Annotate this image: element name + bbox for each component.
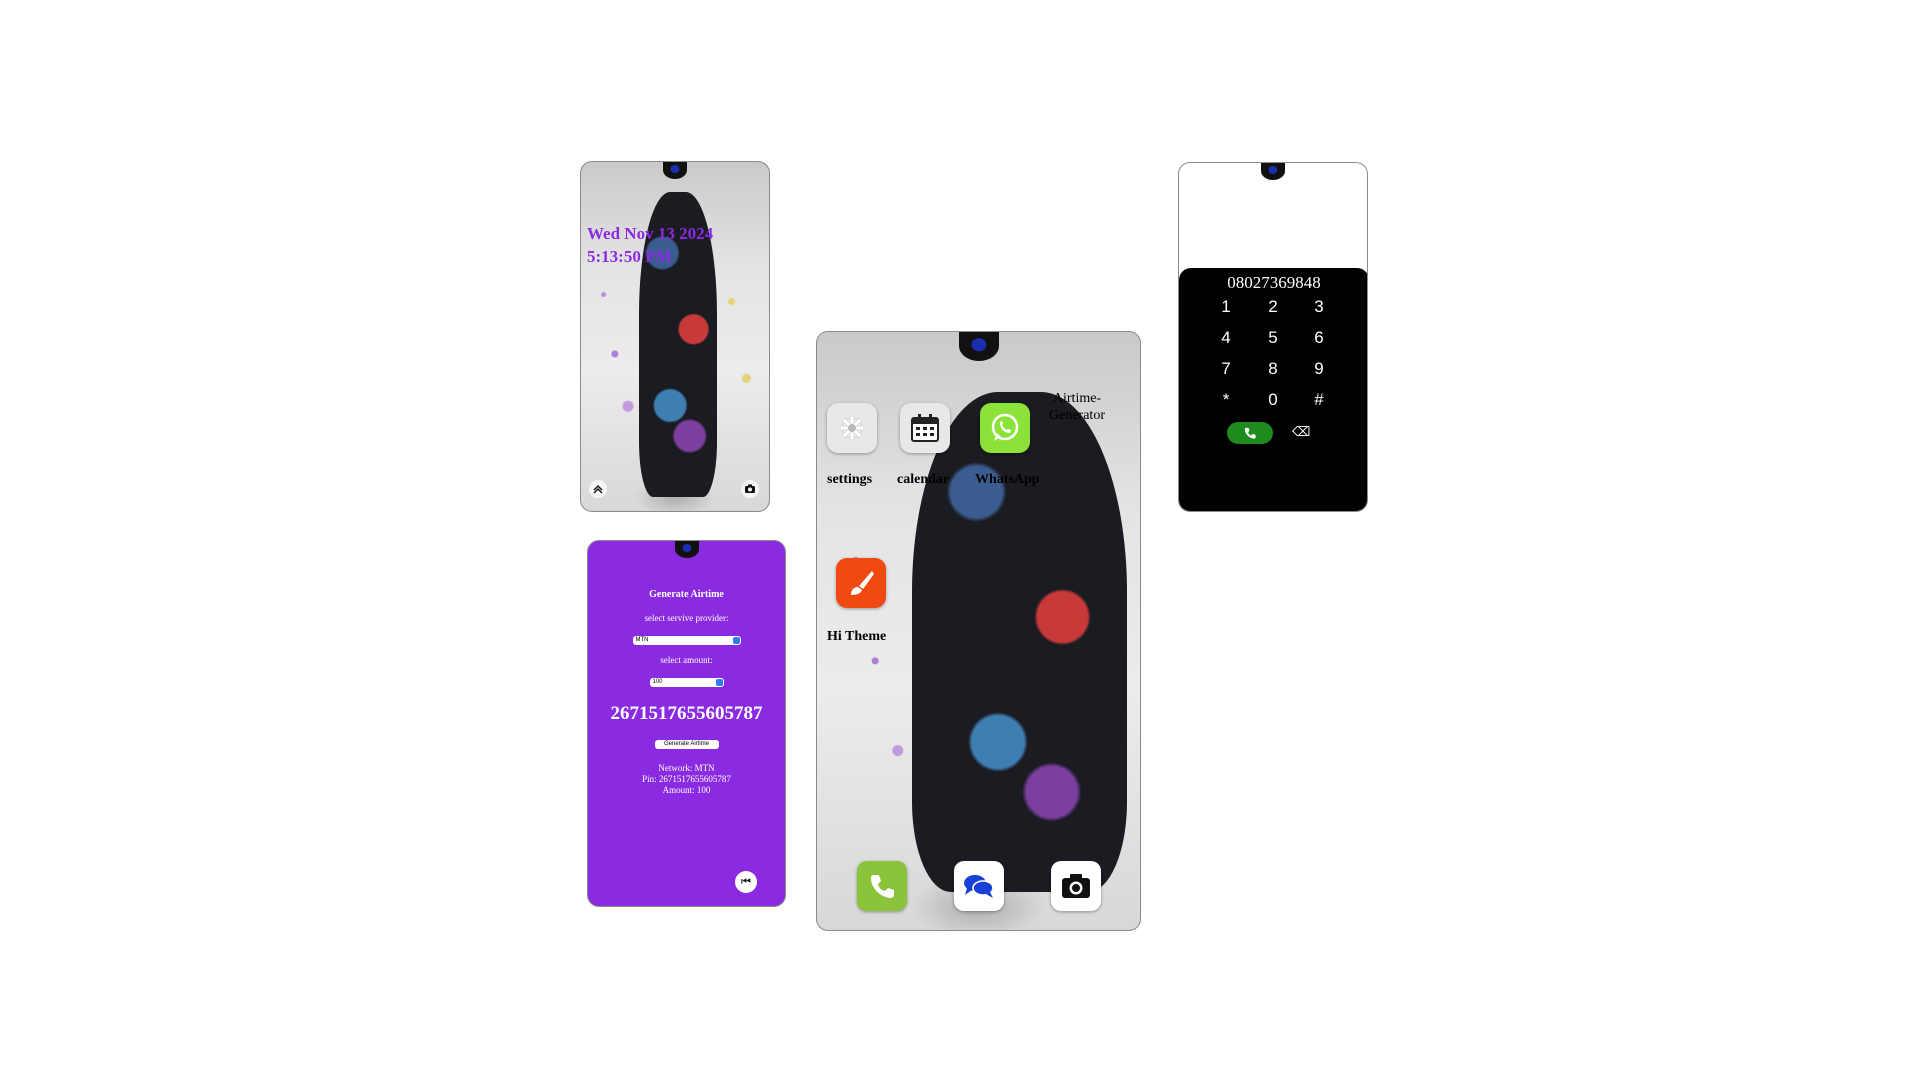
select-arrow-icon [715,679,723,686]
camera-icon [1062,874,1090,898]
camera-icon[interactable] [741,480,759,498]
settings-label: settings [827,472,873,487]
call-button[interactable] [1227,422,1273,444]
amount-label: select amount: [660,655,713,665]
hi-theme-app[interactable] [836,558,886,608]
chat-icon [964,875,994,898]
key-9[interactable]: 9 [1304,359,1334,379]
whatsapp-icon [991,413,1019,441]
camera-notch [674,541,699,558]
wallpaper-figure [912,392,1127,892]
calendar-app[interactable] [900,403,950,453]
provider-label: select servive provider: [644,613,729,623]
gear-icon [839,415,865,441]
generate-airtime-button[interactable]: Generate Airtime [654,740,719,749]
key-hash[interactable]: # [1304,390,1334,410]
key-0[interactable]: 0 [1258,390,1288,410]
paintbrush-icon [851,571,874,595]
key-4[interactable]: 4 [1211,328,1241,348]
key-5[interactable]: 5 [1258,328,1288,348]
dialed-number: 08027369848 [1227,273,1321,292]
airtime-title: Generate Airtime [649,589,724,600]
dock-camera-app[interactable] [1051,861,1101,911]
phone-icon [871,875,894,898]
key-1[interactable]: 1 [1211,297,1241,317]
lock-time: 5:13:50 PM [587,247,672,266]
lock-clock: Wed Nov 13 2024 5:13:50 PM [587,222,713,268]
whatsapp-label: WhatsApp [975,472,1040,487]
camera-notch [663,162,687,179]
dock-phone-app[interactable] [857,861,907,911]
airtime-generator-phone: Generate Airtime select servive provider… [587,540,786,907]
lock-screen-phone: Wed Nov 13 2024 5:13:50 PM [580,161,770,512]
hi-theme-label: Hi Theme [827,629,887,644]
result-pin: Pin: 2671517655605787 [642,774,731,784]
lock-date: Wed Nov 13 2024 [587,224,714,243]
whatsapp-app[interactable] [980,403,1030,453]
amount-select-value: 100 [652,679,663,685]
key-2[interactable]: 2 [1258,297,1288,317]
key-7[interactable]: 7 [1211,359,1241,379]
camera-notch [958,332,999,361]
camera-notch [1261,163,1285,180]
pin-display: 2671517655605787 [610,703,763,724]
result-amount: Amount: 100 [662,785,711,795]
dock-messages-app[interactable] [954,861,1004,911]
provider-select[interactable]: MTN [632,636,741,645]
key-star[interactable]: * [1211,390,1241,410]
chevron-up-icon[interactable] [589,480,607,498]
key-8[interactable]: 8 [1258,359,1288,379]
select-arrow-icon [732,637,740,644]
calendar-icon [911,414,939,442]
provider-select-value: MTN [635,637,649,643]
home-screen-phone: settings calendar WhatsApp Airtime-Gener… [816,331,1141,931]
amount-select[interactable]: 100 [649,678,724,687]
backspace-icon[interactable]: ⌫ [1292,424,1310,442]
key-6[interactable]: 6 [1304,328,1334,348]
result-block: Network: MTN Pin: 2671517655605787 Amoun… [588,763,785,796]
key-3[interactable]: 3 [1304,297,1334,317]
settings-app[interactable] [827,403,877,453]
dialer-phone: 08027369848 1 2 3 4 5 6 7 8 9 * 0 # ⌫ [1178,162,1368,512]
airtime-generator-label[interactable]: Airtime-Generator [1042,390,1112,424]
rewind-icon[interactable]: ⏮ [735,871,757,893]
calendar-label: calendar [897,472,950,487]
result-network: Network: MTN [658,763,715,773]
dial-pad: 08027369848 1 2 3 4 5 6 7 8 9 * 0 # ⌫ [1179,268,1367,511]
phone-icon [1244,427,1256,439]
